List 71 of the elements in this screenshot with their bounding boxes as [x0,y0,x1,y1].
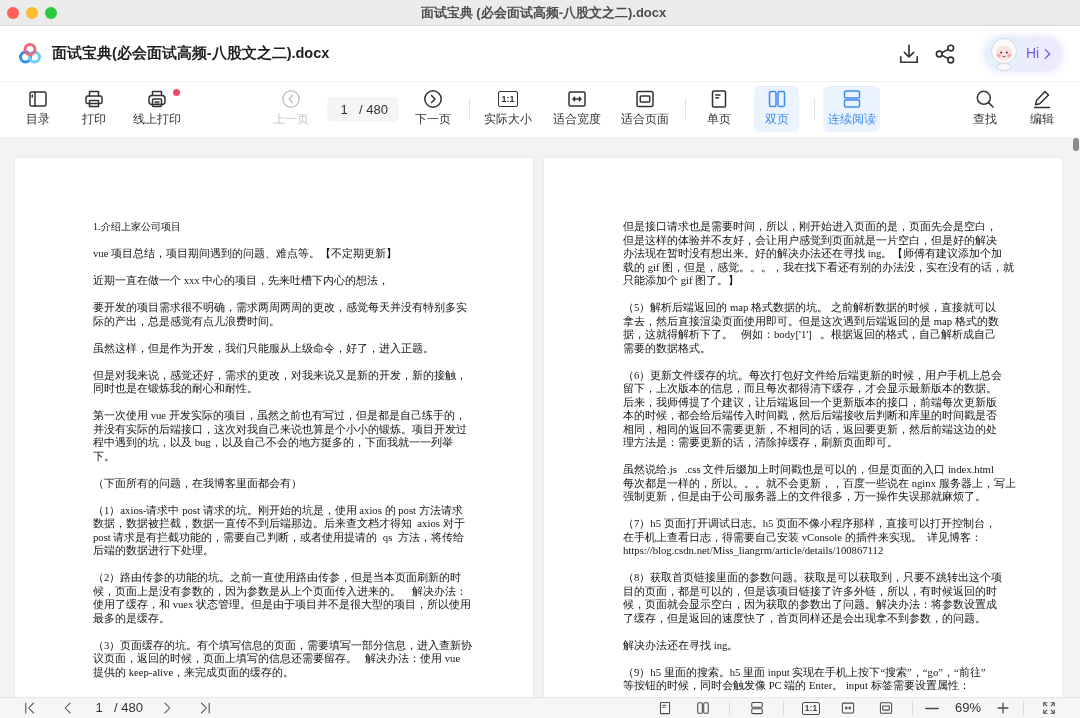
paragraph: （8）获取首页链接里面的参数问题。获取是可以获取到，只要不跳转出这个项 目的页面，都是可以的，但是该项目链接了许多外链，所以，有时候返回的时 候，页面就会显示空白，因为获取的参数出了问题。解决办法：将参数设置成 了缓存，但是返回的速度快了，首页同样还是会出现拿不到参数，的问题。 [623,571,1003,625]
circles-logo-icon [18,41,42,66]
actual-size-button[interactable]: 1:1 [801,699,821,717]
chevron-right-icon [1044,48,1052,59]
sidebar-panel-icon [28,89,48,109]
paragraph: （2）路由传参的功能的坑。之前一直使用路由传参，但是当本页面刷新的时 候，页面上是没有参数的，因为参数是从上个页面传入进来的。 解决办法： 使用了缓存，和 vuex 状态管理。但是由于项目并不是很大型的项目，所以使用 最多的是缓存。 [93,571,472,625]
search-icon [975,89,995,109]
window-close-icon[interactable] [7,6,19,19]
paragraph: （1）axios-请求中 post 请求的坑。刚开始的坑是，使用 axios 的 post 方法请求 数据，数据被拦截，数据一直传不到后端那边。后来查文档才得知 axios 对于 post 请求是有拦截功能的，需要自己判断，或者使用提请的 qs 方法，将传给 后端的数据进行下处理。 [93,503,465,558]
heading-text: 1.介绍上家公司项目 [93,220,181,234]
paragraph: （7）h5 页面打开调试日志。h5 页面不像小程序那样，直接可以打开控制台， 在手机上查看日志，得需要自己安装 vConsole 的插件来实现。 详见博客： https://blog.csdn.net/Miss_liangrm/article/details/100867112 [623,517,997,558]
stacked-rows-icon [750,701,764,715]
paragraph: （9）h5 里面的搜索。h5 里面 input 实现在手机上按下“搜索”，“go”，“前往” 等按钮的时候，同时会触发像 PC 端的 Enter。 input 标签需要设置属性： [623,665,986,693]
zoom-level: 69% [954,699,982,718]
printer-icon [84,89,104,109]
contents-button[interactable]: 目录 [14,86,62,132]
file-name: 面试宝典(必会面试高频-八股文之二).docx [52,43,330,63]
printer-icon [147,89,167,109]
two-column-icon [766,89,787,109]
search-button[interactable]: 查找 [961,86,1009,132]
document-icon [658,701,672,715]
page-number-input[interactable]: 1 [93,698,106,718]
download-button[interactable] [898,42,920,65]
paragraph: 要开发的项目需求很不明确，需求两周两周的更改，感觉每天并没有特别多实 际的产出，总是感觉有点儿浪费时间。 [93,301,467,328]
fit-width-button[interactable]: 适合宽度 [547,86,607,132]
print-button[interactable]: 打印 [70,86,118,132]
paragraph: 但是对我来说，感觉还好，需求的更改，对我来说又是新的开发，新的接触， 同时也是在锻炼我的耐心和耐性。 [93,368,467,396]
paragraph: 虽然说给.js .css 文件后缀加上时间戳也是可以的，但是页面的入口 index.html 每次都是一样的，所以。。。就不会更新，，百度一些说在 nginx 服务器上，写上 强制更新，但是由于公司服务器上的文件很多，万一操作失误那就麻烦了。 [623,463,1016,504]
download-icon [898,42,920,65]
nested-rectangle-icon [879,701,893,715]
circle-chevron-left-icon [281,89,301,109]
nested-rectangle-icon [635,89,655,109]
share-button[interactable] [934,42,956,65]
plus-icon [996,701,1010,715]
box-horizontal-arrows-icon [841,701,855,715]
first-page-icon [23,701,37,715]
scrollbar-thumb[interactable] [1073,138,1079,151]
online-print-button[interactable]: 线上打印 [127,86,187,132]
assistant-button[interactable]: Hi [985,36,1062,71]
minus-icon [925,706,939,710]
next-page-button[interactable]: 下一页 [409,86,457,132]
paragraph: 第一次使用 vue 开发实际的项目，虽然之前也有写过，但是都是自己练手的， 并没有实际的后端接口，这次对我自己来说也算是个小小的锻炼。项目开发过 程中遇到的坑，以及 bug，以及自己不会的地方挺多的，下面我就一一列举 下。 [93,409,467,463]
single-page-button[interactable]: 单页 [697,86,741,132]
pencil-icon [1032,89,1052,109]
paragraph: 但是接口请求也是需要时间，所以，刚开始进入页面的是，页面先会是空白， 但是这样的体验并不友好，会让用户感觉到页面就是一片空白，但是好的解决 办法现在暂时没有想出来。好的解决办法还在寻找 ing。【师傅有建议添加个加 载的 gif 图，但是，感觉。。。，我在找下看还有别的办法没，实在没有的话，就 只能添加个 gif 图了。】 [623,220,1015,288]
window-title: 面试宝典 (必会面试高频-八股文之二).docx [420,3,667,22]
page-number-input[interactable]: 1 [338,99,351,120]
paragraph: （下面所有的问题，在我博客里面都会有） [93,476,302,490]
last-page-icon [198,701,212,715]
paragraph: vue 项目总结，项目期间遇到的问题、难点等。【不定期更新】 [93,247,398,261]
two-column-icon [696,701,710,715]
paragraph: 解决办法还在寻找 ing。 [623,638,739,652]
paragraph: （5）解析后端返回的 map 格式数据的坑。 之前解析数据的时候，直接就可以 拿去，然后直接渲染页面使用即可。但是这次遇到后端返回的是 map 格式的数 据，这就得解析下了。 例如：body['1'] 。根据返回的格式，自己解析成自己 需要的数据格式。 [623,301,999,355]
stacked-rows-icon [841,89,862,109]
actual-size-button[interactable]: 1:1 实际大小 [478,86,538,132]
share-icon [934,42,956,65]
expand-corners-icon [1042,701,1056,715]
fit-page-button[interactable]: 适合页面 [615,86,675,132]
edit-button[interactable]: 编辑 [1018,86,1066,132]
mascot-icon [988,36,1020,71]
paragraph: （3）页面缓存的坑。有个填写信息的页面，需要填写一部分信息，进入查新协 议页面，返回的时候，页面上填写的信息还需要留存。 解决办法：使用 vue 提供的 keep-alive，来完成页面的缓存的。 [93,638,473,679]
paragraph: 虽然这样，但是作为开发，我们只能服从上级命令，好了，进入正题。 [93,341,434,355]
page-number-field[interactable]: 1 / 480 [327,97,399,122]
paragraph: （6）更新文件缓存的坑。每次打包好文件给后端更新的时候，用户手机上总会 留下，上次版本的信息，而且每次都得清下缓存，才会显示最新版本的数据。 后来，我师傅提了个建议，让后端返回一个更新版本的接口，前端每次更新版 本的时候，都会给后端传入时间戳，然后后端接收后判断和库里的时间戳是否 相同，相同的返回不需要更新，不相同的话，返回要更新，然后前端这边的处 理方法是：需要更新的话，清除掉缓存，刷新页面即可。 [623,368,1003,450]
document-icon [709,89,729,109]
page-count-text: / 480 [359,100,388,119]
page-count-text: / 480 [114,699,143,718]
ratio-box-icon: 1:1 [498,91,518,107]
paragraph: 近期一直在做一个 xxx 中心的项目，先来吐槽下内心的想法， [93,274,390,288]
circle-chevron-right-icon [423,89,443,109]
box-horizontal-arrows-icon [567,89,587,109]
